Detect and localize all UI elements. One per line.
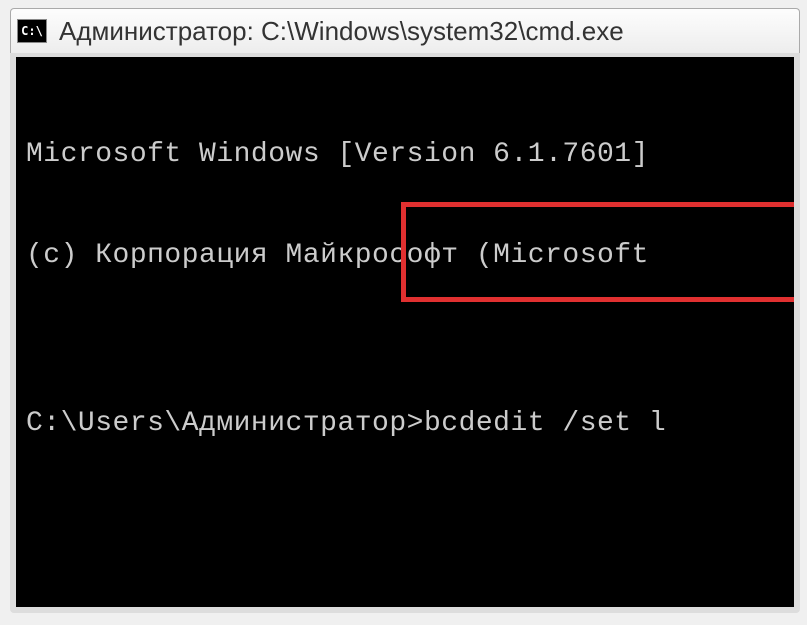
console-line: C:\Users\Администратор>bcdedit /set l xyxy=(26,407,784,441)
console-output[interactable]: Microsoft Windows [Version 6.1.7601] (c)… xyxy=(16,57,794,607)
console-line: (c) Корпорация Майкрософт (Microsoft xyxy=(26,239,784,273)
console-line: Microsoft Windows [Version 6.1.7601] xyxy=(26,138,784,172)
command-prompt-window: C:\ Администратор: C:\Windows\system32\c… xyxy=(10,8,800,618)
window-client-frame: Microsoft Windows [Version 6.1.7601] (c)… xyxy=(10,53,800,613)
cmd-icon: C:\ xyxy=(17,19,47,43)
titlebar[interactable]: C:\ Администратор: C:\Windows\system32\c… xyxy=(10,8,800,53)
window-title: Администратор: C:\Windows\system32\cmd.e… xyxy=(59,16,624,47)
